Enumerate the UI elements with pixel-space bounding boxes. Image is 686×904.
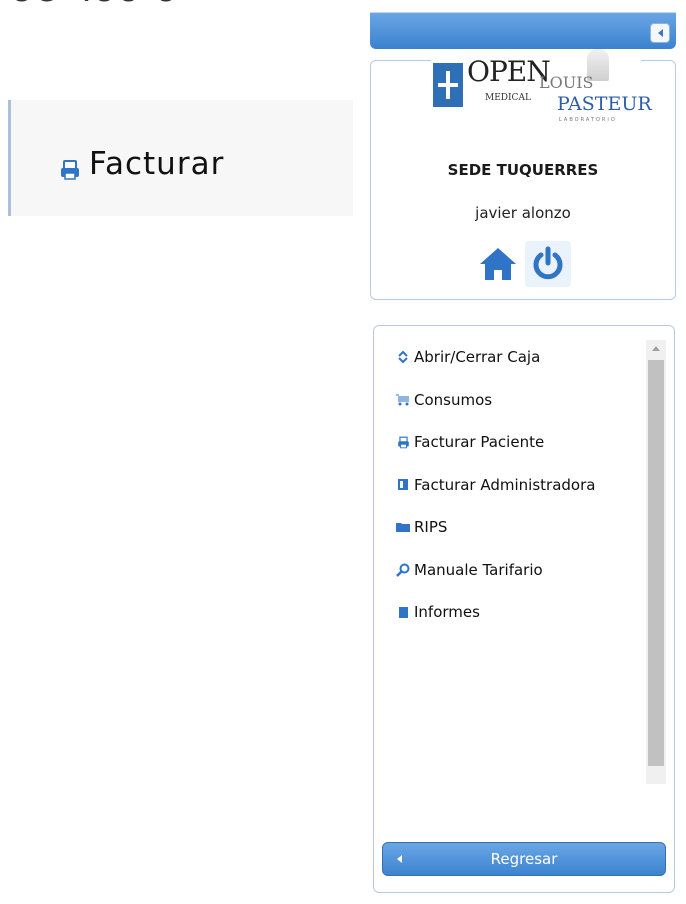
logo-medical-text: MEDICAL xyxy=(485,93,531,103)
printer-icon xyxy=(59,153,81,180)
menu-item-consumos[interactable]: Consumos xyxy=(396,389,648,411)
menu-panel: Abrir/Cerrar Caja Consumos Facturar Paci… xyxy=(373,325,675,893)
back-button-label: Regresar xyxy=(490,850,558,868)
page-header-fragment: ос чоо о xyxy=(10,0,179,10)
user-name: javier alonzo xyxy=(475,204,571,222)
menu-item-label: RIPS xyxy=(414,518,448,536)
branch-name: SEDE TUQUERRES xyxy=(447,161,599,179)
updown-arrows-icon xyxy=(396,350,410,364)
logo-louis-text: LOUIS xyxy=(539,73,594,92)
power-icon xyxy=(533,246,563,280)
user-card: OPEN MEDICAL LOUIS PASTEUR LABORATORIO S… xyxy=(370,49,676,300)
menu-item-label: Facturar Administradora xyxy=(414,475,596,494)
menu-item-informes[interactable]: Informes xyxy=(396,601,648,623)
chevron-left-icon xyxy=(657,29,663,37)
logout-button[interactable] xyxy=(525,241,571,287)
sidebar-collapse-button[interactable] xyxy=(650,23,670,43)
cart-icon xyxy=(396,393,410,407)
menu-item-manuale-tarifario[interactable]: Manuale Tarifario xyxy=(396,559,648,581)
menu-item-label: Manuale Tarifario xyxy=(414,560,543,579)
logo-open-text: OPEN xyxy=(467,55,551,88)
menu-item-label: Consumos xyxy=(414,390,493,409)
menu-item-facturar-administradora[interactable]: Facturar Administradora xyxy=(396,474,648,496)
menu-item-abrir-cerrar-caja[interactable]: Abrir/Cerrar Caja xyxy=(396,346,648,368)
user-actions xyxy=(475,241,571,287)
folder-icon xyxy=(396,520,410,534)
scroll-up-icon xyxy=(652,346,660,351)
medical-cross-icon xyxy=(433,63,463,107)
menu-item-facturar-paciente[interactable]: Facturar Paciente xyxy=(396,431,648,453)
back-button[interactable]: Regresar xyxy=(382,842,666,876)
menu-item-label: Facturar Paciente xyxy=(414,433,545,451)
sidebar-header xyxy=(370,13,676,49)
printer-icon xyxy=(396,435,410,449)
logo-pasteur-text: PASTEUR xyxy=(557,93,652,115)
menu-item-label: Abrir/Cerrar Caja xyxy=(414,348,541,366)
menu-list: Abrir/Cerrar Caja Consumos Facturar Paci… xyxy=(396,346,648,644)
chevron-left-icon xyxy=(397,855,402,863)
page-title-text: Facturar xyxy=(89,146,225,182)
scrollbar-thumb[interactable] xyxy=(648,360,664,766)
menu-item-label: Informes xyxy=(414,603,480,621)
page-title-panel: Facturar xyxy=(8,100,353,216)
search-icon xyxy=(396,563,410,577)
home-button[interactable] xyxy=(475,241,521,287)
company-logo: OPEN MEDICAL LOUIS PASTEUR LABORATORIO xyxy=(431,49,652,131)
menu-item-rips[interactable]: RIPS xyxy=(396,516,648,538)
notebook-icon xyxy=(396,605,410,619)
book-icon xyxy=(396,478,410,492)
page-title: Facturar xyxy=(59,146,224,182)
home-icon xyxy=(480,248,516,280)
menu-scrollbar[interactable] xyxy=(646,340,666,784)
logo-lab-text: LABORATORIO xyxy=(559,117,617,123)
